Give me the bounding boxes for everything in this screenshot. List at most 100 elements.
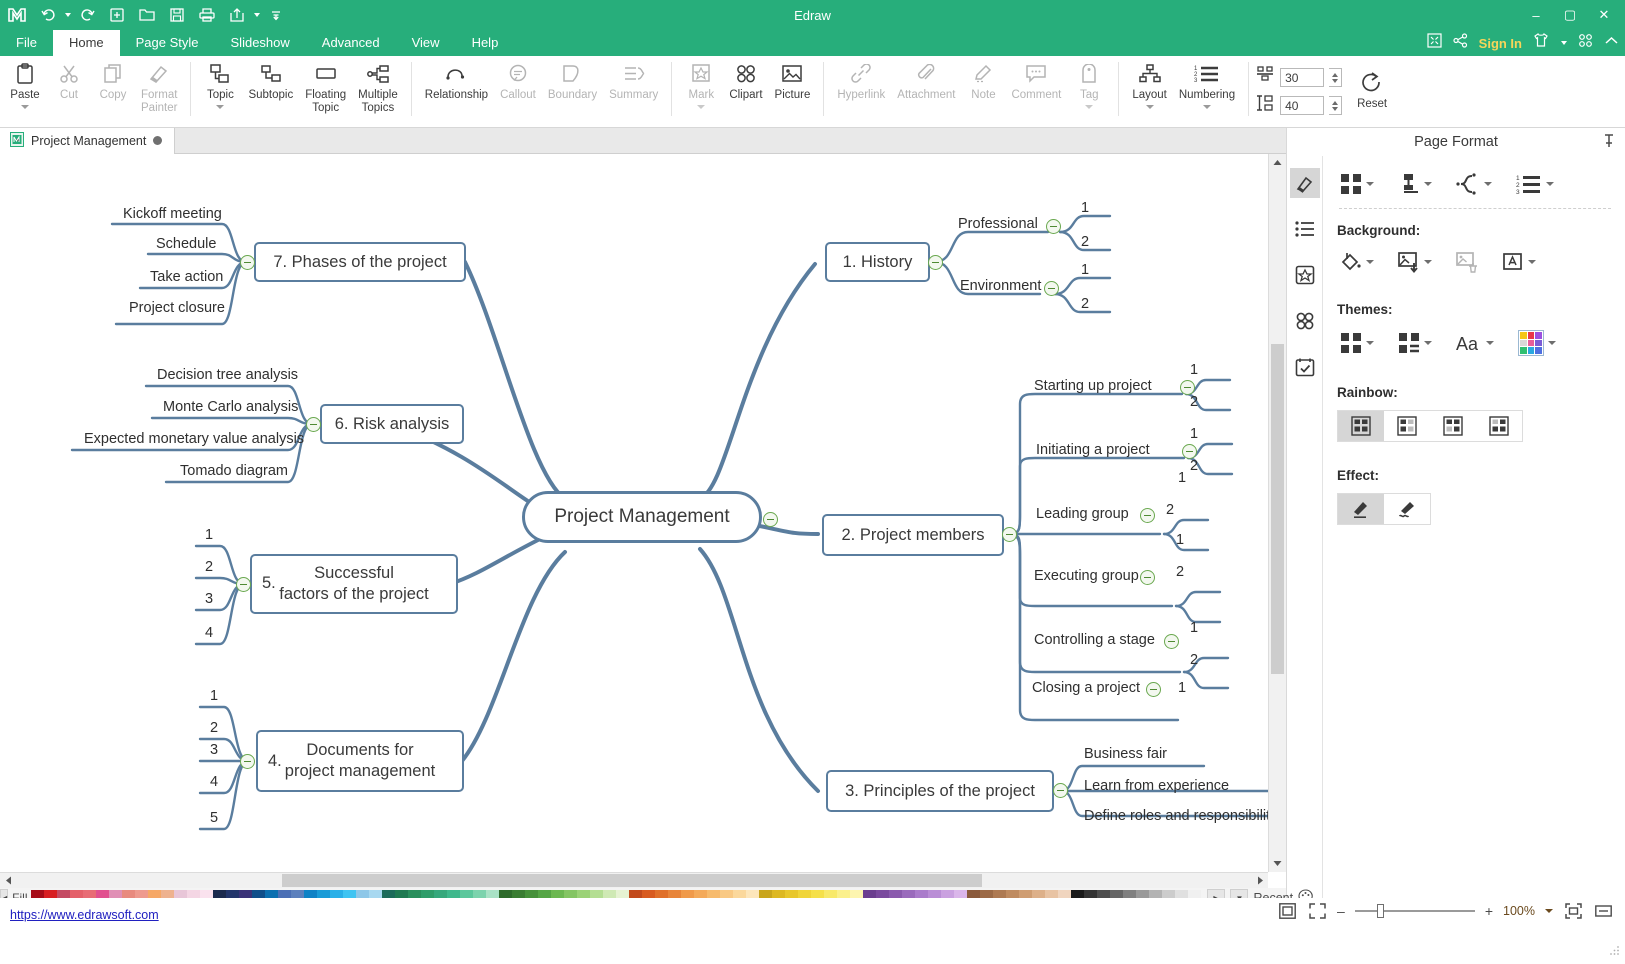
- fit-width-icon[interactable]: [1593, 902, 1613, 920]
- collapse-toggle-closing-a-project[interactable]: [1146, 682, 1161, 697]
- theme-color-icon[interactable]: [1515, 327, 1559, 359]
- apps-grid-icon[interactable]: [1578, 33, 1593, 53]
- rainbow-style-3-icon[interactable]: [1430, 411, 1476, 441]
- mindmap-leaf-decision-tree-analysis[interactable]: Decision tree analysis: [157, 367, 298, 383]
- save-icon[interactable]: [163, 3, 191, 27]
- topic-dropdown-icon[interactable]: [216, 105, 224, 109]
- callout-button[interactable]: Callout: [494, 56, 542, 102]
- menu-item-slideshow[interactable]: Slideshow: [215, 30, 306, 56]
- collapse-toggle-successful-factors[interactable]: [236, 577, 251, 592]
- mindmap-leaf-professional[interactable]: Professional: [958, 216, 1038, 232]
- mindmap-leaf-initiating-2[interactable]: 2: [1190, 458, 1198, 474]
- org-structure-dropdown-icon[interactable]: [1424, 182, 1432, 186]
- fit-page-icon[interactable]: [1277, 902, 1297, 920]
- menu-item-file[interactable]: File: [0, 30, 53, 56]
- mindmap-leaf-executing-group[interactable]: Executing group: [1034, 568, 1139, 584]
- mindmap-leaf-documents-1[interactable]: 1: [210, 688, 218, 704]
- collapse-toggle-leading-group[interactable]: [1140, 508, 1155, 523]
- mindmap-leaf-successful-2[interactable]: 2: [205, 559, 213, 575]
- rail-page-format-icon[interactable]: [1290, 168, 1320, 198]
- rainbow-style-2-icon[interactable]: [1384, 411, 1430, 441]
- mindmap-leaf-take-action[interactable]: Take action: [150, 269, 223, 285]
- theme-color-dropdown-icon[interactable]: [1548, 341, 1556, 345]
- mindmap-leaf-starting-up-2[interactable]: 2: [1190, 394, 1198, 410]
- horizontal-spacing-input[interactable]: 30: [1280, 68, 1324, 87]
- theme-shape-dropdown-icon[interactable]: [1366, 341, 1374, 345]
- close-button[interactable]: ✕: [1587, 1, 1621, 29]
- mindmap-leaf-leading-group[interactable]: Leading group: [1036, 506, 1129, 522]
- vertical-spacing-input[interactable]: 40: [1280, 96, 1324, 115]
- vertical-scroll-thumb[interactable]: [1271, 344, 1284, 674]
- zoom-out-button[interactable]: –: [1337, 903, 1345, 919]
- minimize-button[interactable]: –: [1519, 1, 1553, 29]
- insert-background-image-dropdown-icon[interactable]: [1424, 260, 1432, 264]
- horizontal-spacing-stepper[interactable]: [1329, 68, 1342, 87]
- mindmap-leaf-documents-3[interactable]: 3: [210, 742, 218, 758]
- mindmap-node-risk-analysis[interactable]: 6. Risk analysis: [320, 404, 464, 444]
- copy-button[interactable]: Copy: [91, 56, 135, 102]
- menu-item-view[interactable]: View: [396, 30, 456, 56]
- collapse-toggle-starting-up-project[interactable]: [1180, 380, 1195, 395]
- share-icon[interactable]: [1453, 33, 1468, 53]
- layout-grid-dropdown-icon[interactable]: [1366, 182, 1374, 186]
- watermark-dropdown-icon[interactable]: [1528, 260, 1536, 264]
- layout-dropdown-icon[interactable]: [1146, 105, 1154, 109]
- multiple-topics-button[interactable]: Multiple Topics: [352, 56, 404, 115]
- mindmap-leaf-successful-3[interactable]: 3: [205, 591, 213, 607]
- mark-dropdown-icon[interactable]: [697, 105, 705, 109]
- branch-style-dropdown-icon[interactable]: [1484, 182, 1492, 186]
- scroll-down-button[interactable]: [1269, 855, 1286, 872]
- mindmap-leaf-successful-1[interactable]: 1: [205, 527, 213, 543]
- mindmap-leaf-environment-2[interactable]: 2: [1081, 296, 1089, 312]
- subtopic-button[interactable]: Subtopic: [242, 56, 299, 102]
- numbering-list-dropdown-icon[interactable]: [1546, 182, 1554, 186]
- full-screen-icon[interactable]: [1307, 902, 1327, 920]
- menu-item-help[interactable]: Help: [456, 30, 515, 56]
- mindmap-leaf-business-fair[interactable]: Business fair: [1084, 746, 1167, 762]
- redo-icon[interactable]: [73, 3, 101, 27]
- tag-dropdown-icon[interactable]: [1085, 105, 1093, 109]
- mindmap-leaf-closing-a-project[interactable]: Closing a project: [1032, 680, 1140, 696]
- customize-qat-icon[interactable]: [262, 3, 290, 27]
- rainbow-style-1-icon[interactable]: [1338, 411, 1384, 441]
- print-icon[interactable]: [193, 3, 221, 27]
- hand-drawn-effect-icon[interactable]: [1384, 494, 1430, 524]
- menu-item-home[interactable]: Home: [53, 30, 120, 56]
- export-dropdown-icon[interactable]: [254, 13, 260, 17]
- boundary-button[interactable]: Boundary: [542, 56, 603, 102]
- collapse-toggle-initiating-a-project[interactable]: [1182, 444, 1197, 459]
- format-painter-button[interactable]: Format Painter: [135, 56, 183, 115]
- summary-button[interactable]: Summary: [603, 56, 664, 102]
- mindmap-leaf-learn-from-experience[interactable]: Learn from experience: [1084, 778, 1229, 794]
- mindmap-leaf-documents-5[interactable]: 5: [210, 810, 218, 826]
- horizontal-scroll-thumb[interactable]: [282, 874, 982, 887]
- scroll-right-button[interactable]: [1252, 873, 1268, 888]
- collapse-toggle-environment[interactable]: [1044, 281, 1059, 296]
- mindmap-leaf-initiating-a-project[interactable]: Initiating a project: [1036, 442, 1150, 458]
- numbering-button[interactable]: 123 Numbering: [1173, 56, 1241, 109]
- fill-bucket-dropdown-icon[interactable]: [1366, 260, 1374, 264]
- zoom-dropdown-icon[interactable]: [1545, 909, 1553, 913]
- relationship-button[interactable]: Relationship: [419, 56, 494, 102]
- mindmap-leaf-professional-2[interactable]: 2: [1081, 234, 1089, 250]
- mindmap-leaf-starting-up-project[interactable]: Starting up project: [1034, 378, 1152, 394]
- zoom-slider[interactable]: [1355, 904, 1475, 918]
- scroll-left-button[interactable]: [0, 873, 16, 888]
- insert-background-image-icon[interactable]: [1395, 248, 1435, 276]
- theme-layout-dropdown-icon[interactable]: [1424, 341, 1432, 345]
- export-icon[interactable]: [223, 3, 251, 27]
- note-button[interactable]: Note: [961, 56, 1005, 102]
- mindmap-leaf-schedule[interactable]: Schedule: [156, 236, 216, 252]
- canvas-vertical-scrollbar[interactable]: [1268, 154, 1286, 872]
- rail-task-panel-icon[interactable]: [1290, 352, 1320, 382]
- theme-dropdown-icon[interactable]: [1561, 41, 1567, 45]
- mindmap-leaf-expected-monetary-value[interactable]: Expected monetary value analysis: [84, 431, 304, 447]
- watermark-icon[interactable]: [1499, 248, 1539, 276]
- picture-button[interactable]: Picture: [769, 56, 817, 102]
- mindmap-node-documents[interactable]: Documents for project management: [256, 730, 464, 792]
- new-icon[interactable]: [103, 3, 131, 27]
- collapse-toggle-history[interactable]: [928, 255, 943, 270]
- numbering-list-icon[interactable]: 123: [1513, 170, 1557, 198]
- edraw-website-link[interactable]: https://www.edrawsoft.com: [10, 908, 159, 922]
- mindmap-leaf-executing-2[interactable]: 2: [1176, 564, 1184, 580]
